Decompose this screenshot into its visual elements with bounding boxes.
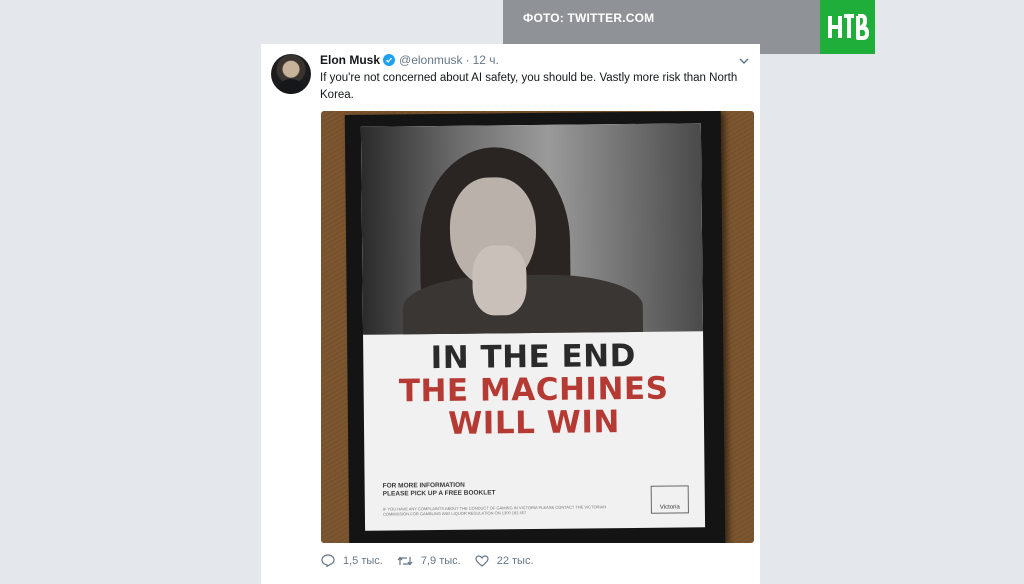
tweet-text: If you're not concerned about AI safety,…: [320, 72, 738, 101]
retweet-count: 7,9 тыс.: [420, 554, 461, 567]
user-handle[interactable]: @elonmusk: [399, 53, 463, 67]
tweet-actions: 1,5 тыс. 7,9 тыс. 22 тыс.: [321, 554, 548, 567]
tweet-header: Elon Musk @elonmusk · 12 ч.: [320, 53, 499, 67]
retweet-action[interactable]: 7,9 тыс.: [397, 555, 461, 567]
poster-fine-print: IF YOU HAVE ANY COMPLAINTS ABOUT THE CON…: [382, 504, 607, 517]
reply-action[interactable]: 1,5 тыс.: [321, 554, 383, 567]
ntv-logo-icon: [827, 14, 869, 40]
chevron-down-icon[interactable]: [738, 56, 750, 66]
reply-icon: [321, 554, 335, 567]
poster-line-2: THE MACHINES: [398, 370, 669, 410]
tweet-media-photo[interactable]: IN THE END THE MACHINES WILL WIN FOR MOR…: [321, 111, 754, 543]
victoria-logo: Victoria: [650, 485, 689, 514]
display-name[interactable]: Elon Musk: [320, 53, 380, 67]
tweet-timestamp[interactable]: 12 ч.: [473, 53, 499, 67]
like-action[interactable]: 22 тыс.: [475, 555, 534, 567]
poster-headline: IN THE END THE MACHINES WILL WIN: [363, 338, 704, 442]
verified-badge-icon: [383, 54, 396, 66]
avatar[interactable]: [271, 54, 311, 94]
like-count: 22 тыс.: [496, 554, 534, 567]
picture-frame: IN THE END THE MACHINES WILL WIN FOR MOR…: [344, 111, 726, 543]
poster-info: FOR MORE INFORMATION PLEASE PICK UP A FR…: [382, 481, 496, 498]
ntv-logo: НТВ: [820, 0, 875, 54]
reply-count: 1,5 тыс.: [343, 554, 383, 567]
poster-photo: [360, 123, 704, 335]
heart-icon: [475, 554, 489, 567]
retweet-icon: [397, 556, 413, 565]
poster: IN THE END THE MACHINES WILL WIN FOR MOR…: [360, 123, 706, 531]
tweet-card: Elon Musk @elonmusk · 12 ч. If you're no…: [261, 44, 760, 584]
separator: ·: [465, 53, 470, 67]
poster-line-3: WILL WIN: [447, 404, 621, 442]
